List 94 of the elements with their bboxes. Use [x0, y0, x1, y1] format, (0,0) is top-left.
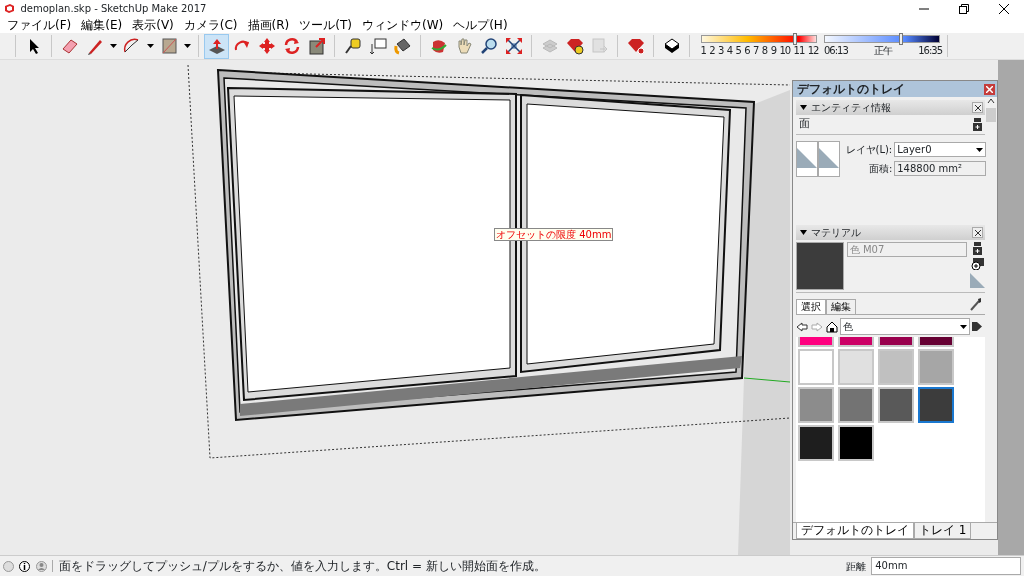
- slider-tick-label: 2: [709, 45, 715, 57]
- pin-icon[interactable]: [973, 242, 982, 255]
- expand-arrows-icon: [503, 36, 524, 56]
- slider-tick-label: 5: [735, 45, 741, 57]
- tray-close-button[interactable]: [984, 83, 995, 95]
- material-tab[interactable]: 選択: [796, 298, 826, 314]
- slider-tick-label: 1: [700, 45, 706, 57]
- user-icon[interactable]: [35, 560, 47, 572]
- menu-item[interactable]: ツール(T): [294, 17, 357, 33]
- section-header[interactable]: マテリアル: [796, 225, 985, 240]
- app-logo-icon: [4, 3, 15, 14]
- library-dropdown[interactable]: 色: [840, 318, 970, 336]
- triangle-swatch-icon[interactable]: [970, 272, 985, 288]
- tray-tab[interactable]: トレイ 1: [914, 523, 972, 539]
- slider-tick-label: 4: [726, 45, 733, 57]
- menu-item[interactable]: ファイル(F): [2, 17, 77, 33]
- menu-item[interactable]: カメラ(C): [178, 17, 243, 33]
- expand-triangle-icon: [800, 104, 807, 111]
- slider-tick-label: 正午: [874, 45, 892, 57]
- tray-title: デフォルトのトレイ: [797, 82, 905, 96]
- info-icon[interactable]: [19, 560, 31, 572]
- home-icon[interactable]: [825, 320, 838, 333]
- slider-track[interactable]: [824, 35, 940, 43]
- section-close-button[interactable]: [972, 227, 983, 238]
- color-swatch[interactable]: [838, 424, 874, 461]
- window-title: demoplan.skp - SketchUp Make 2017: [20, 2, 207, 16]
- caret-icon: [959, 324, 967, 329]
- caret-icon: [976, 147, 984, 152]
- measurement-label: 距離: [845, 559, 866, 574]
- scroll-up-icon[interactable]: [987, 97, 995, 105]
- color-swatch[interactable]: [798, 348, 834, 385]
- slider-tick-label: 9: [770, 45, 776, 57]
- color-swatch[interactable]: [798, 386, 834, 423]
- slider-tick-label: 10: [779, 45, 791, 57]
- tray-tab[interactable]: デフォルトのトレイ: [796, 523, 914, 539]
- material-tab[interactable]: 編集: [826, 298, 856, 314]
- slider-thumb[interactable]: [899, 33, 904, 45]
- slider-tick-label: 12: [807, 45, 819, 57]
- layer-dropdown[interactable]: Layer0: [894, 142, 987, 157]
- color-swatch[interactable]: [838, 386, 874, 423]
- slider-tick-label: 6: [744, 45, 750, 57]
- details-arrow-icon[interactable]: [972, 321, 983, 333]
- slider-tick-label: 06:13: [824, 45, 848, 57]
- gem-coin-icon: [564, 36, 585, 56]
- section-title: マテリアル: [811, 226, 862, 240]
- caret-icon: [183, 44, 191, 48]
- expand-triangle-icon: [800, 229, 807, 236]
- area-field: 148800 mm²: [894, 161, 987, 176]
- add-material-icon[interactable]: [971, 257, 984, 270]
- restore-icon: [959, 3, 969, 14]
- close-icon: [974, 229, 981, 236]
- slider-tick-label: 3: [718, 45, 724, 57]
- close-icon: [974, 104, 981, 111]
- section-header[interactable]: エンティティ情報: [796, 100, 985, 115]
- color-swatch[interactable]: [878, 348, 914, 385]
- toolbar-button[interactable]: [204, 33, 229, 59]
- slider-tick-label: 16:35: [918, 45, 942, 57]
- menu-item[interactable]: 描画(R): [242, 17, 295, 33]
- menu-item[interactable]: 表示(V): [127, 17, 179, 33]
- layer-label: レイヤ(L):: [845, 143, 893, 157]
- close-icon: [986, 85, 993, 93]
- color-swatch[interactable]: [918, 348, 954, 385]
- section-title: エンティティ情報: [811, 101, 892, 115]
- color-swatch[interactable]: [838, 348, 874, 385]
- offset-tooltip: オフセットの限度 40mm: [494, 228, 614, 241]
- sheet-arrow-icon: [589, 36, 610, 56]
- area-label: 面積:: [867, 162, 893, 176]
- slider-thumb[interactable]: [792, 33, 797, 45]
- back-arrow-icon[interactable]: [796, 321, 808, 332]
- entity-type-label: 面: [798, 116, 810, 133]
- slider-track[interactable]: [700, 35, 817, 43]
- color-swatch[interactable]: [878, 386, 914, 423]
- paint-bucket-icon: [392, 36, 413, 56]
- color-swatch[interactable]: [798, 424, 834, 461]
- status-message: 面をドラッグしてプッシュ/プルをするか、値を入力します。Ctrl = 新しい開始面を作成。: [58, 558, 546, 575]
- material-preview: [796, 242, 844, 290]
- section-close-button[interactable]: [972, 102, 983, 113]
- menu-item[interactable]: ヘルプ(H): [448, 17, 513, 33]
- caret-icon: [146, 44, 154, 48]
- box-arrow-icon: [306, 36, 327, 56]
- close-icon: [999, 3, 1009, 14]
- caret-icon: [109, 44, 117, 48]
- slider-tick-label: 8: [761, 45, 768, 57]
- menu-item[interactable]: ウィンドウ(W): [356, 17, 449, 33]
- eyedropper-icon[interactable]: [970, 297, 983, 311]
- slider-tick-label: 11: [793, 45, 805, 57]
- gem-gear-icon: [625, 36, 646, 56]
- text-label-icon: [367, 36, 388, 56]
- tape-measure-icon: [342, 36, 363, 56]
- slider-tick-label: 7: [753, 45, 759, 57]
- measurement-field[interactable]: 40mm: [871, 557, 1022, 575]
- color-swatch[interactable]: [918, 386, 954, 423]
- pin-icon[interactable]: [973, 117, 983, 131]
- menu-item[interactable]: 編集(E): [76, 17, 128, 33]
